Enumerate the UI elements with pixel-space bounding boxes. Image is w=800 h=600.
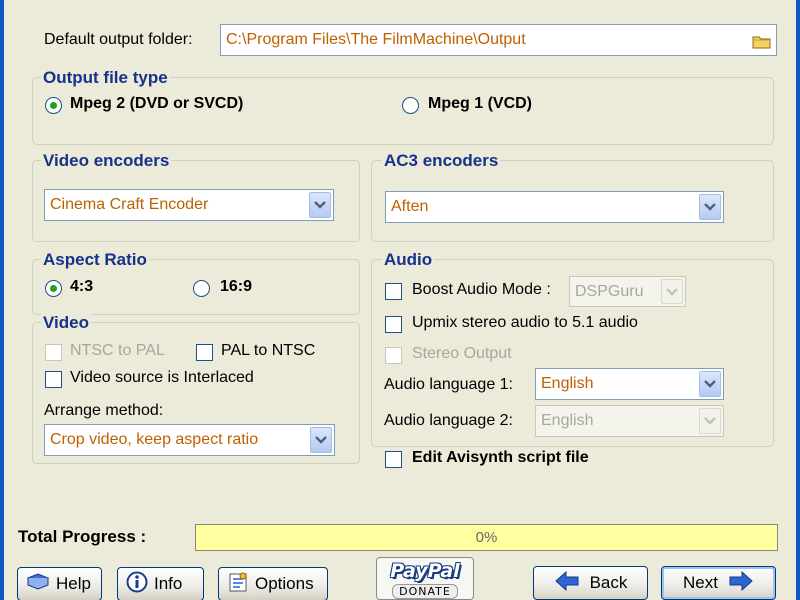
paypal-logo: PayPal bbox=[390, 560, 460, 582]
interlaced-checkbox[interactable] bbox=[45, 371, 62, 388]
next-button[interactable]: Next bbox=[661, 566, 776, 600]
mpeg1-label: Mpeg 1 (VCD) bbox=[428, 95, 532, 112]
next-arrow-icon bbox=[728, 570, 754, 596]
arrange-method-value: Crop video, keep aspect ratio bbox=[50, 431, 259, 448]
arrange-method-select[interactable]: Crop video, keep aspect ratio bbox=[44, 424, 335, 456]
chevron-down-icon[interactable] bbox=[661, 279, 683, 304]
total-progress-bar: 0% bbox=[195, 524, 778, 551]
mpeg1-radio[interactable] bbox=[402, 97, 419, 114]
total-progress-label: Total Progress : bbox=[18, 527, 147, 546]
chevron-down-icon[interactable] bbox=[699, 194, 721, 220]
video-encoder-select[interactable]: Cinema Craft Encoder bbox=[44, 189, 334, 221]
ratio-16-9-radio[interactable] bbox=[193, 280, 210, 297]
ac3-encoder-select[interactable]: Aften bbox=[385, 191, 724, 223]
options-button[interactable]: Options bbox=[218, 567, 328, 600]
mpeg2-radio[interactable] bbox=[45, 97, 62, 114]
info-icon bbox=[126, 571, 148, 598]
boost-audio-value: DSPGuru bbox=[575, 283, 644, 300]
ratio-4-3-label: 4:3 bbox=[70, 278, 94, 295]
back-label: Back bbox=[589, 573, 628, 592]
pal-to-ntsc-checkbox[interactable] bbox=[196, 344, 213, 361]
audio-language-2-value: English bbox=[541, 412, 594, 429]
ac3-encoders-title: AC3 encoders bbox=[382, 151, 501, 171]
back-arrow-icon bbox=[554, 570, 580, 596]
avisynth-checkbox[interactable] bbox=[385, 451, 402, 468]
audio-language-2-select[interactable]: English bbox=[535, 405, 724, 437]
total-progress-text: 0% bbox=[475, 529, 498, 546]
output-folder-value: C:\Program Files\The FilmMachine\Output bbox=[226, 31, 526, 48]
chevron-down-icon[interactable] bbox=[310, 427, 332, 453]
chevron-down-icon[interactable] bbox=[699, 371, 721, 397]
ratio-4-3-radio[interactable] bbox=[45, 280, 62, 297]
output-file-type-title: Output file type bbox=[41, 68, 170, 88]
next-label: Next bbox=[683, 573, 718, 592]
boost-audio-label: Boost Audio Mode : bbox=[412, 281, 551, 298]
back-button[interactable]: Back bbox=[533, 566, 648, 600]
ntsc-to-pal-checkbox[interactable] bbox=[45, 344, 62, 361]
audio-language-1-select[interactable]: English bbox=[535, 368, 724, 400]
options-icon bbox=[227, 571, 249, 598]
video-title: Video bbox=[41, 313, 91, 333]
arrange-method-label: Arrange method: bbox=[44, 402, 164, 419]
interlaced-label: Video source is Interlaced bbox=[70, 369, 254, 386]
help-label: Help bbox=[56, 574, 91, 593]
options-label: Options bbox=[255, 574, 314, 593]
audio-language-2-label: Audio language 2: bbox=[384, 412, 513, 429]
pal-to-ntsc-label: PAL to NTSC bbox=[221, 342, 316, 359]
audio-title: Audio bbox=[382, 250, 435, 270]
help-button[interactable]: Help bbox=[17, 567, 102, 600]
video-encoder-value: Cinema Craft Encoder bbox=[50, 196, 209, 213]
info-button[interactable]: Info bbox=[117, 567, 204, 600]
stereo-output-checkbox[interactable] bbox=[385, 347, 402, 364]
stereo-output-label: Stereo Output bbox=[412, 345, 512, 362]
aspect-ratio-title: Aspect Ratio bbox=[41, 250, 149, 270]
output-folder-label: Default output folder: bbox=[44, 31, 193, 48]
chevron-down-icon[interactable] bbox=[699, 408, 721, 434]
ratio-16-9-label: 16:9 bbox=[220, 278, 253, 295]
donate-label: DONATE bbox=[392, 584, 458, 599]
settings-window: Default output folder: C:\Program Files\… bbox=[4, 0, 796, 600]
audio-language-1-label: Audio language 1: bbox=[384, 376, 513, 393]
output-folder-input[interactable]: C:\Program Files\The FilmMachine\Output bbox=[220, 24, 777, 56]
mpeg2-label: Mpeg 2 (DVD or SVCD) bbox=[70, 95, 244, 112]
avisynth-label: Edit Avisynth script file bbox=[412, 449, 589, 466]
audio-language-1-value: English bbox=[541, 375, 594, 392]
paypal-donate-button[interactable]: PayPal DONATE bbox=[376, 557, 474, 600]
upmix-checkbox[interactable] bbox=[385, 316, 402, 333]
ntsc-to-pal-label: NTSC to PAL bbox=[70, 342, 165, 359]
ac3-encoder-value: Aften bbox=[391, 198, 429, 215]
upmix-label: Upmix stereo audio to 5.1 audio bbox=[412, 314, 638, 331]
boost-audio-checkbox[interactable] bbox=[385, 283, 402, 300]
book-icon bbox=[26, 572, 50, 597]
chevron-down-icon[interactable] bbox=[309, 192, 331, 218]
info-label: Info bbox=[154, 574, 183, 593]
folder-icon[interactable] bbox=[752, 31, 772, 49]
video-encoders-title: Video encoders bbox=[41, 151, 172, 171]
boost-audio-select[interactable]: DSPGuru bbox=[569, 276, 686, 307]
